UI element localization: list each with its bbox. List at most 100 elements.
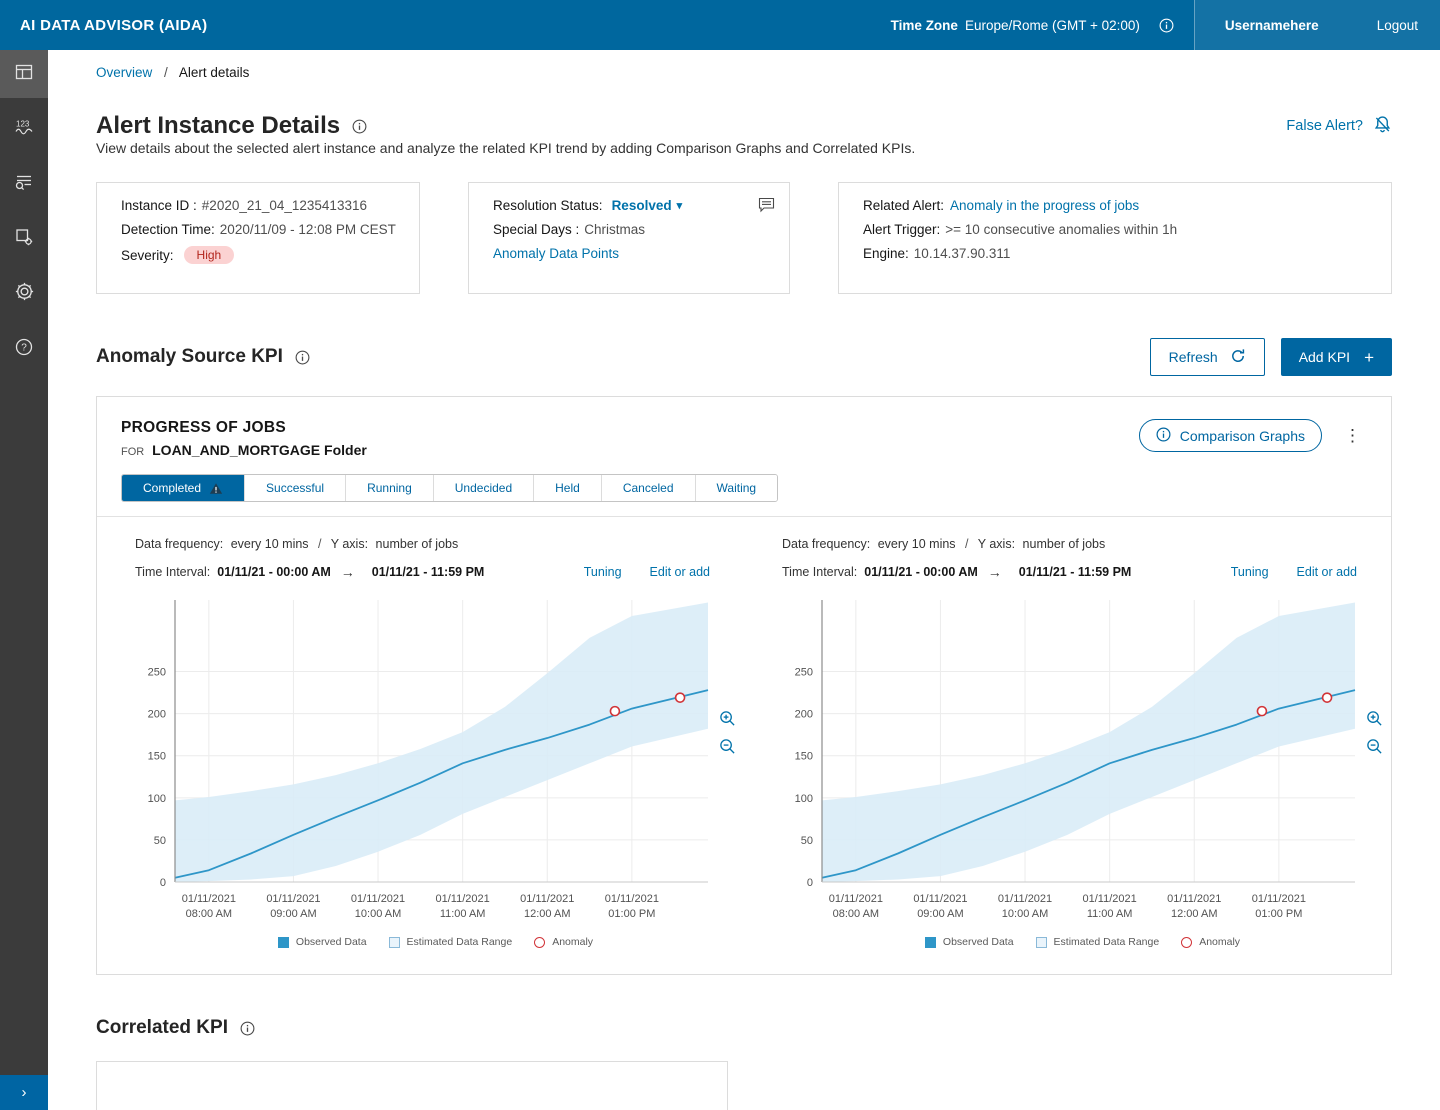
bell-slash-icon — [1373, 115, 1392, 138]
tab-successful[interactable]: Successful — [245, 475, 346, 501]
severity-label: Severity: — [121, 248, 174, 263]
anomaly-source-kpi-info-icon[interactable] — [295, 350, 310, 365]
time-interval-to: 01/11/21 - 11:59 PM — [372, 565, 485, 579]
sidebar-item-alerts[interactable] — [0, 160, 48, 208]
tab-running[interactable]: Running — [346, 475, 434, 501]
estimated-range-swatch — [1036, 937, 1047, 948]
estimated-range-label: Estimated Data Range — [1054, 936, 1160, 948]
tab-waiting[interactable]: Waiting — [696, 475, 778, 501]
instance-card: Instance ID : #2020_21_04_1235413316 Det… — [96, 182, 420, 294]
svg-text:123: 123 — [16, 119, 30, 128]
logout-button[interactable]: Logout — [1377, 18, 1418, 33]
breadcrumb: Overview / Alert details — [96, 65, 1392, 80]
chart-meta-frequency: Data frequency: every 10 mins / Y axis: … — [127, 537, 744, 551]
svg-text:50: 50 — [801, 835, 813, 847]
user-section: Usernamehere Logout — [1194, 0, 1440, 50]
alert-trigger-label: Alert Trigger: — [863, 222, 940, 237]
anomaly-source-kpi-title: Anomaly Source KPI — [96, 346, 283, 368]
username-menu[interactable]: Usernamehere — [1225, 18, 1319, 33]
tuning-link[interactable]: Tuning — [584, 565, 622, 579]
resolution-card: Resolution Status: Resolved ▾ Special Da… — [468, 182, 790, 294]
breadcrumb-overview-link[interactable]: Overview — [96, 65, 152, 80]
sidebar-item-settings[interactable] — [0, 270, 48, 318]
correlated-kpi-title: Correlated KPI — [96, 1017, 228, 1039]
y-axis-value: number of jobs — [1023, 537, 1106, 551]
svg-text:250: 250 — [148, 667, 166, 679]
svg-text:01/11/202111:00 AM: 01/11/202111:00 AM — [436, 893, 490, 920]
alert-list-icon — [14, 172, 34, 197]
refresh-icon — [1230, 348, 1246, 367]
resolution-status-value: Resolved — [612, 198, 672, 213]
refresh-button[interactable]: Refresh — [1150, 338, 1265, 376]
kpi-line-chart: 05010015020025001/11/202108:00 AM01/11/2… — [774, 594, 1359, 932]
svg-text:150: 150 — [795, 751, 813, 763]
sidebar-item-dashboard[interactable] — [0, 50, 48, 98]
resolution-status-dropdown[interactable]: Resolved ▾ — [612, 198, 683, 213]
svg-text:0: 0 — [160, 877, 166, 889]
kpi-status-tabs: CompletedSuccessfulRunningUndecidedHeldC… — [121, 474, 778, 502]
tab-completed[interactable]: Completed — [122, 475, 245, 501]
false-alert-label: False Alert? — [1286, 118, 1363, 134]
zoom-in-icon[interactable] — [719, 710, 736, 727]
tab-held[interactable]: Held — [534, 475, 602, 501]
alert-trigger-value: >= 10 consecutive anomalies within 1h — [945, 222, 1177, 237]
correlated-kpi-info-icon[interactable] — [240, 1021, 255, 1036]
sidebar-item-kpis[interactable]: 123 — [0, 105, 48, 153]
svg-text:?: ? — [21, 342, 27, 353]
zoom-out-icon[interactable] — [719, 738, 736, 755]
data-frequency-label: Data frequency: — [782, 537, 870, 551]
time-interval-from: 01/11/21 - 00:00 AM — [217, 565, 331, 579]
top-bar: AI DATA ADVISOR (AIDA) Time Zone Europe/… — [0, 0, 1440, 50]
tab-canceled[interactable]: Canceled — [602, 475, 696, 501]
chevron-down-icon: ▾ — [677, 199, 683, 212]
kebab-menu-icon[interactable]: ⋮ — [1338, 425, 1367, 447]
chart-meta-interval: Time Interval: 01/11/21 - 00:00 AM → 01/… — [127, 564, 744, 580]
chart-meta-interval: Time Interval: 01/11/21 - 00:00 AM → 01/… — [774, 564, 1391, 580]
comparison-graphs-button[interactable]: Comparison Graphs — [1139, 419, 1322, 452]
detection-time-row: Detection Time: 2020/11/09 - 12:08 PM CE… — [121, 222, 395, 237]
tab-undecided[interactable]: Undecided — [434, 475, 534, 501]
false-alert-button[interactable]: False Alert? — [1286, 115, 1392, 138]
sidebar-item-engine[interactable] — [0, 215, 48, 263]
engine-label: Engine: — [863, 246, 909, 261]
related-alert-label: Related Alert: — [863, 198, 944, 213]
data-frequency-value: every 10 mins — [231, 537, 309, 551]
zoom-out-icon[interactable] — [1366, 738, 1383, 755]
y-axis-value: number of jobs — [376, 537, 459, 551]
timezone-info-icon[interactable] — [1159, 18, 1174, 33]
related-alert-link[interactable]: Anomaly in the progress of jobs — [950, 198, 1139, 213]
sidebar-expand-button[interactable]: › — [0, 1075, 48, 1110]
app-title: AI DATA ADVISOR (AIDA) — [20, 17, 207, 34]
arrow-right-icon: → — [341, 564, 355, 580]
summary-cards: Instance ID : #2020_21_04_1235413316 Det… — [96, 182, 1392, 294]
time-interval-from: 01/11/21 - 00:00 AM — [864, 565, 978, 579]
svg-text:250: 250 — [795, 667, 813, 679]
data-frequency-label: Data frequency: — [135, 537, 223, 551]
time-interval-label: Time Interval: — [782, 565, 857, 579]
arrow-right-icon: → — [988, 564, 1002, 580]
breadcrumb-separator: / — [164, 65, 168, 80]
svg-text:01/11/202109:00 AM: 01/11/202109:00 AM — [913, 893, 967, 920]
chart-panel-right: Data frequency: every 10 mins / Y axis: … — [744, 517, 1391, 974]
instance-id-label: Instance ID : — [121, 198, 197, 213]
edit-or-add-link[interactable]: Edit or add — [650, 565, 710, 579]
sidebar-item-help[interactable]: ? — [0, 325, 48, 373]
anomaly-data-points-link[interactable]: Anomaly Data Points — [493, 246, 619, 261]
tuning-link[interactable]: Tuning — [1231, 565, 1269, 579]
comment-icon[interactable] — [758, 197, 775, 218]
add-kpi-label: Add KPI — [1299, 349, 1350, 365]
y-axis-label: Y axis: — [331, 537, 368, 551]
page-title-info-icon[interactable] — [352, 119, 367, 134]
chart-panel-left: Data frequency: every 10 mins / Y axis: … — [97, 517, 744, 974]
related-alert-card: Related Alert: Anomaly in the progress o… — [838, 182, 1392, 294]
chart-panels: Data frequency: every 10 mins / Y axis: … — [97, 517, 1391, 974]
resolution-status-row: Resolution Status: Resolved ▾ — [493, 198, 765, 213]
time-interval-label: Time Interval: — [135, 565, 210, 579]
detection-time-label: Detection Time: — [121, 222, 215, 237]
add-kpi-button[interactable]: Add KPI + — [1281, 338, 1392, 376]
comparison-info-icon — [1156, 427, 1171, 445]
refresh-label: Refresh — [1169, 349, 1218, 365]
edit-or-add-link[interactable]: Edit or add — [1297, 565, 1357, 579]
top-bar-right: Time Zone Europe/Rome (GMT + 02:00) User… — [891, 0, 1440, 50]
zoom-in-icon[interactable] — [1366, 710, 1383, 727]
